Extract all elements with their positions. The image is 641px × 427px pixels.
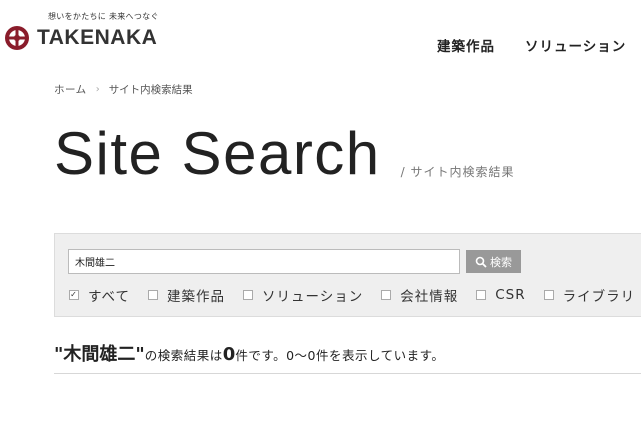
filter-company[interactable]: 会社情報 [381, 285, 458, 305]
brand-tagline: 想いをかたちに 未来へつなぐ [48, 12, 159, 21]
filter-label: CSR [495, 287, 526, 303]
checkbox[interactable] [381, 290, 392, 300]
filter-label: 建築作品 [167, 289, 226, 305]
results-text-before: の検索結果は [144, 348, 223, 363]
logo-wordmark: TAKENAKA [37, 26, 158, 49]
breadcrumb-separator: › [95, 84, 100, 95]
site-header: 想いをかたちに 未来へつなぐ TAKENAKA 建築作品 ソリューション [0, 0, 641, 70]
results-summary: "木間雄二" の検索結果は 0 件です。0〜0件を表示しています。 [54, 340, 444, 366]
checkbox[interactable] [148, 290, 159, 300]
nav-item-works[interactable]: 建築作品 [437, 35, 495, 55]
page-subtitle: / サイト内検索結果 [400, 165, 515, 179]
checkbox[interactable] [543, 290, 554, 300]
breadcrumb-home-link[interactable]: ホーム [54, 82, 87, 97]
breadcrumb-current: サイト内検索結果 [108, 84, 193, 96]
search-button[interactable]: 検索 [466, 250, 521, 273]
filter-csr[interactable]: CSR [476, 287, 525, 303]
filter-label: すべて [88, 289, 131, 305]
divider [54, 373, 641, 374]
checkbox-checked[interactable]: ✓ [69, 290, 79, 300]
filter-options: ✓ すべて 建築作品 ソリューション 会社情報 CSR ライブラリ [69, 285, 641, 305]
page-title: Site Search [54, 120, 381, 187]
results-count: 0 [222, 344, 236, 365]
search-panel: 検索 ✓ すべて 建築作品 ソリューション 会社情報 CSR ライブラリ [54, 233, 641, 317]
filter-solutions[interactable]: ソリューション [243, 285, 363, 305]
search-input[interactable] [68, 249, 460, 274]
nav-item-solutions[interactable]: ソリューション [525, 35, 626, 55]
filter-label: ソリューション [262, 289, 364, 305]
takenaka-logo-icon [5, 26, 29, 50]
checkbox[interactable] [243, 290, 254, 300]
filter-label: ライブラリ [562, 289, 636, 305]
filter-all[interactable]: ✓ すべて [69, 285, 130, 305]
filter-works[interactable]: 建築作品 [148, 285, 225, 305]
filter-library[interactable]: ライブラリ [543, 285, 636, 305]
filter-label: 会社情報 [400, 289, 459, 305]
breadcrumb: ホーム › サイト内検索結果 [54, 82, 193, 97]
search-icon [475, 256, 487, 268]
logo[interactable]: TAKENAKA [3, 24, 157, 52]
checkbox[interactable] [476, 290, 487, 300]
results-query: "木間雄二" [54, 344, 145, 365]
main-nav: 建築作品 ソリューション [437, 35, 641, 55]
search-button-label: 検索 [490, 256, 512, 269]
results-text-after: 件です。0〜0件を表示しています。 [235, 348, 445, 363]
title-row: Site Search / サイト内検索結果 [54, 124, 515, 184]
